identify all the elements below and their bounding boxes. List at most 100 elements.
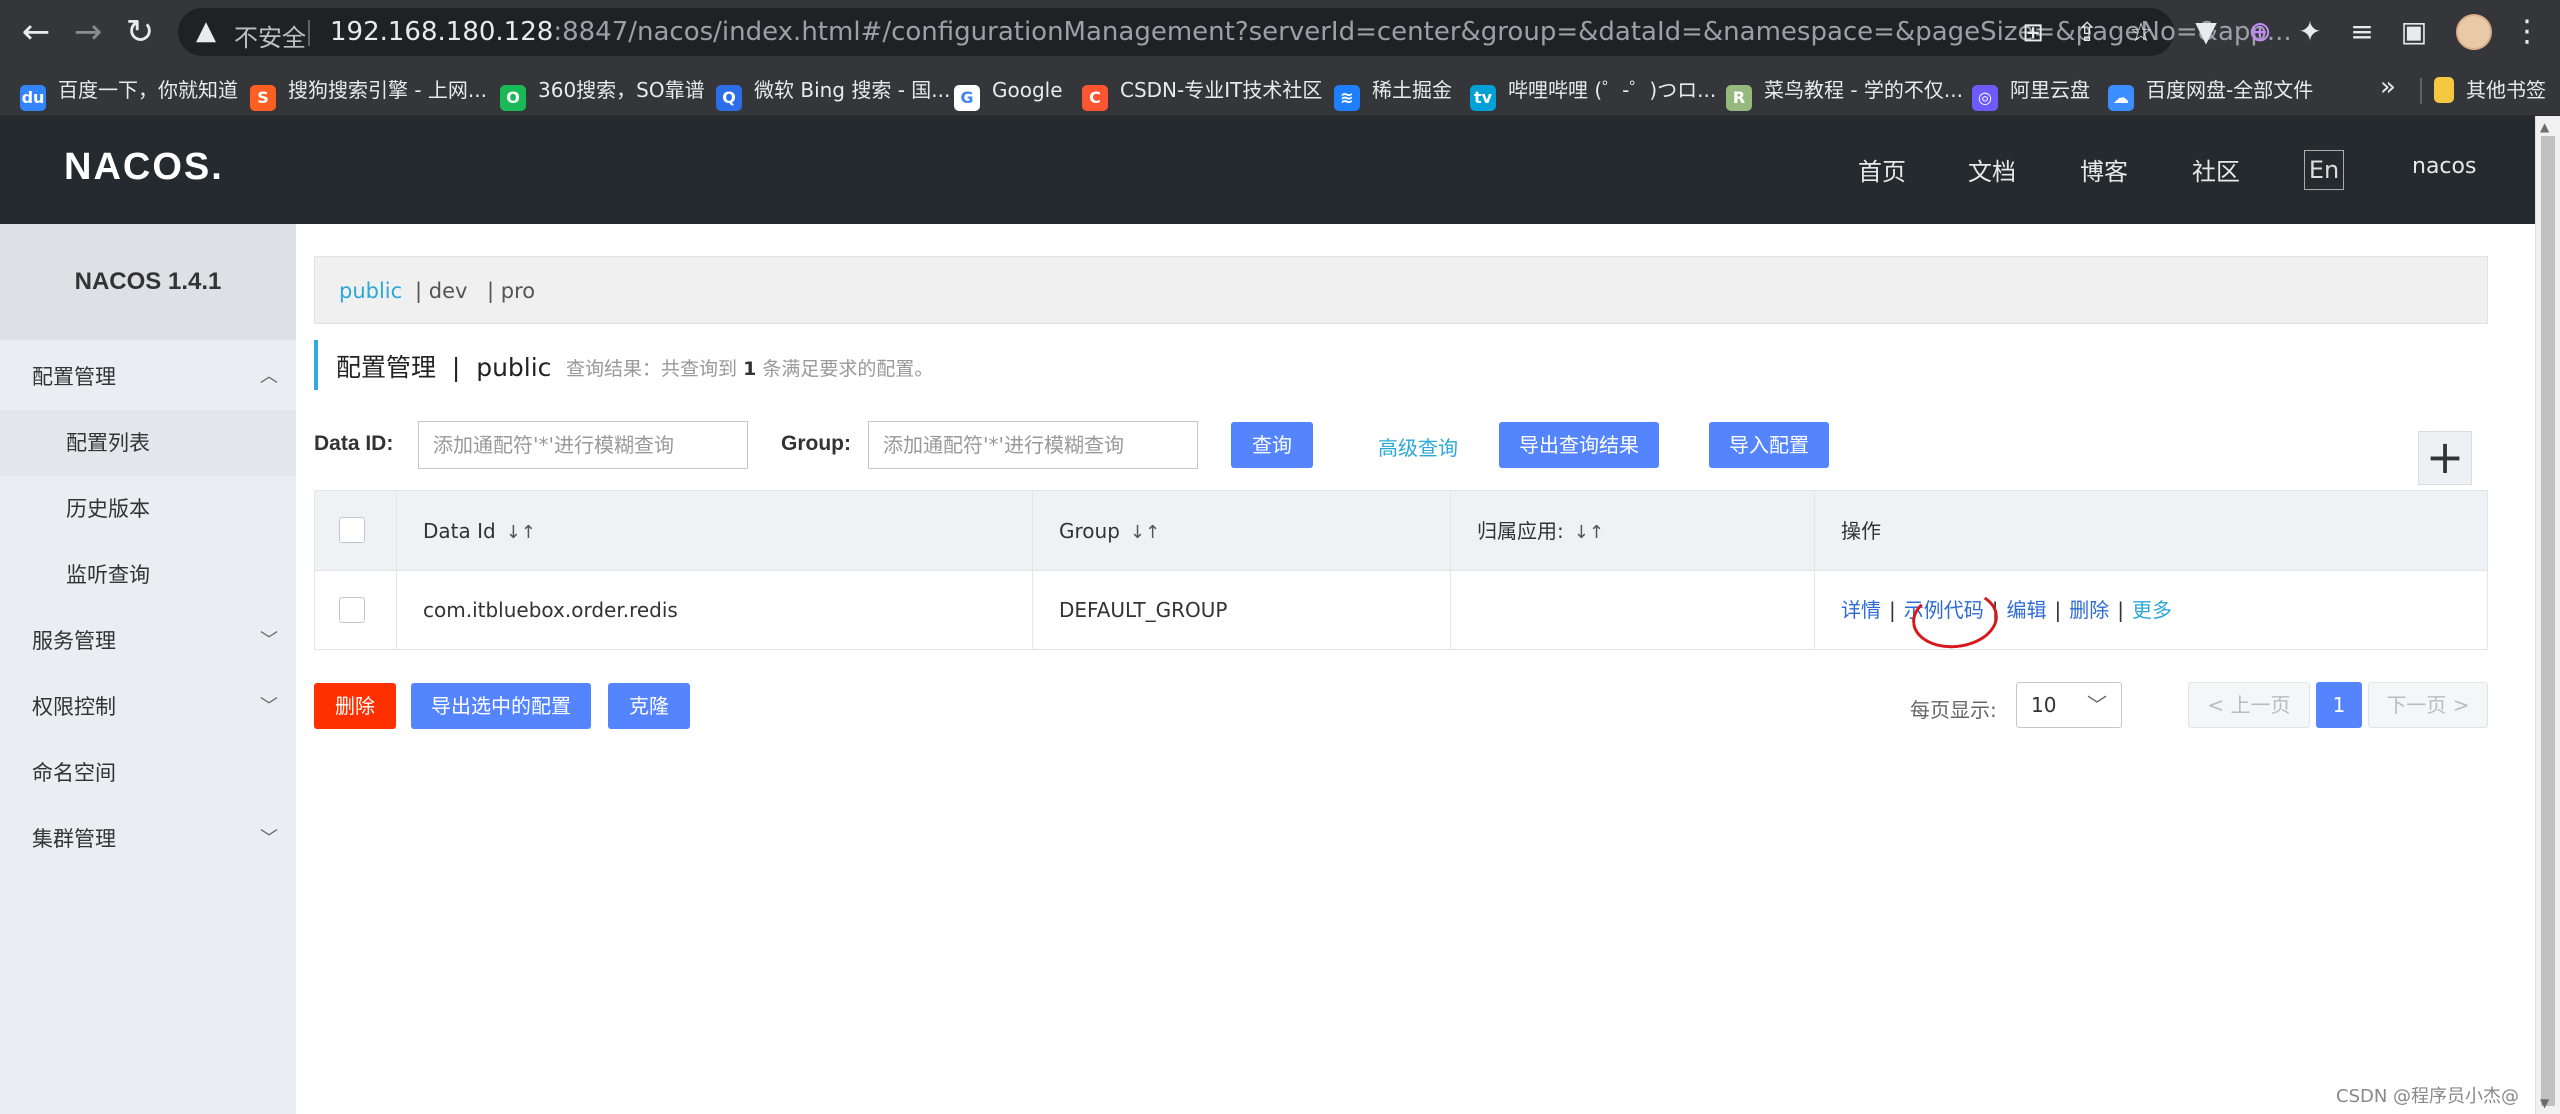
address-bar[interactable]: ▲ 不安全 192.168.180.128:8847/nacos/index.h… <box>178 8 2292 56</box>
folder-icon <box>2434 77 2454 103</box>
select-all-cell <box>315 491 397 570</box>
sidebar-item-history[interactable]: 历史版本 <box>0 476 296 542</box>
bookmarks-overflow-icon[interactable]: » <box>2380 72 2396 102</box>
clone-button[interactable]: 克隆 <box>608 683 690 729</box>
op-detail-link[interactable]: 详情 <box>1841 598 1881 622</box>
sidebar-item-service-management[interactable]: 服务管理 ﹀ <box>0 608 296 674</box>
page-title: 配置管理 | public <box>336 353 552 382</box>
bookmark-item[interactable]: O 360搜索，SO靠谱 <box>500 74 705 111</box>
translate-icon[interactable]: ⊞ <box>2018 18 2048 48</box>
query-result-text: 查询结果：共查询到 1 条满足要求的配置。 <box>566 358 934 380</box>
row-checkbox[interactable] <box>339 597 365 623</box>
col-app[interactable]: 归属应用: ↓↑ <box>1451 491 1815 570</box>
sidebar-item-cluster-management[interactable]: 集群管理 ﹀ <box>0 806 296 872</box>
op-edit-link[interactable]: 编辑 <box>2007 598 2047 622</box>
nav-home[interactable]: 首页 <box>1858 152 1906 187</box>
more-menu-icon[interactable]: ⋮ <box>2512 12 2542 52</box>
share-icon[interactable]: ⇪ <box>2072 18 2102 48</box>
bookmark-item[interactable]: G Google <box>954 74 1063 111</box>
page-size-select[interactable]: 10 ﹀ <box>2016 682 2122 728</box>
bookmark-label: Google <box>992 78 1063 102</box>
extension-v-icon[interactable]: ▼ <box>2188 14 2224 50</box>
select-all-checkbox[interactable] <box>339 517 365 543</box>
app-header: NACOS. 首页 文档 博客 社区 En nacos <box>0 116 2535 224</box>
bookmark-label: 菜鸟教程 - 学的不仅... <box>1764 78 1964 102</box>
prev-page-button[interactable]: < 上一页 <box>2188 682 2310 728</box>
export-selected-button[interactable]: 导出选中的配置 <box>411 683 591 729</box>
user-menu[interactable]: nacos <box>2412 154 2476 179</box>
bookmark-label: 百度网盘-全部文件 <box>2146 78 2314 102</box>
page-1-button[interactable]: 1 <box>2316 682 2362 728</box>
back-arrow-icon[interactable]: ← <box>14 10 58 54</box>
query-button[interactable]: 查询 <box>1231 422 1313 468</box>
sidebar-item-config-list[interactable]: 配置列表 <box>0 410 296 476</box>
sidebar-item-listener-query[interactable]: 监听查询 <box>0 542 296 608</box>
page-size-label: 每页显示: <box>1910 698 1997 722</box>
sidebar-item-config-management[interactable]: 配置管理 ︿ <box>0 344 296 410</box>
scroll-down-icon: ▼ <box>2540 1096 2550 1110</box>
col-data-id[interactable]: Data Id ↓↑ <box>397 491 1033 570</box>
extensions-puzzle-icon[interactable]: ✦ <box>2292 14 2328 50</box>
reload-icon[interactable]: ↻ <box>118 10 162 54</box>
bookmark-favicon-icon: ◎ <box>1972 85 1998 111</box>
next-page-button[interactable]: 下一页 > <box>2368 682 2488 728</box>
extension-dev-icon[interactable]: ⊕ <box>2242 14 2278 50</box>
group-label: Group: <box>781 432 851 455</box>
forward-arrow-icon[interactable]: → <box>66 10 110 54</box>
other-bookmarks[interactable]: 其他书签 <box>2434 74 2546 106</box>
nacos-logo[interactable]: NACOS. <box>64 146 224 189</box>
delete-button[interactable]: 删除 <box>314 683 396 729</box>
bookmark-label: 阿里云盘 <box>2010 78 2090 102</box>
op-delete-link[interactable]: 删除 <box>2069 598 2109 622</box>
group-input[interactable] <box>868 421 1198 469</box>
bookmark-item[interactable]: ☁ 百度网盘-全部文件 <box>2108 74 2314 111</box>
language-toggle-button[interactable]: En <box>2304 150 2344 190</box>
media-icon[interactable]: ≡ <box>2344 14 2380 50</box>
bookmark-label: 360搜索，SO靠谱 <box>538 78 705 102</box>
bookmark-favicon-icon: tv <box>1470 85 1496 111</box>
add-config-button[interactable]: + <box>2418 431 2472 485</box>
side-panel-icon[interactable]: ▣ <box>2396 14 2432 50</box>
namespace-pro[interactable]: | pro <box>487 257 535 325</box>
cell-operations: 详情 | 示例代码 | 编辑 | 删除 | 更多 <box>1841 598 2172 622</box>
col-group[interactable]: Group ↓↑ <box>1033 491 1451 570</box>
cell-group: DEFAULT_GROUP <box>1033 571 1451 649</box>
bookmark-item[interactable]: ≋ 稀土掘金 <box>1334 74 1452 111</box>
namespace-dev[interactable]: | dev <box>415 257 467 325</box>
scrollbar-thumb[interactable] <box>2541 136 2555 1106</box>
sort-icon: ↓↑ <box>1129 522 1161 543</box>
bookmark-favicon-icon: S <box>250 85 276 111</box>
bookmark-item[interactable]: ◎ 阿里云盘 <box>1972 74 2090 111</box>
bookmark-item[interactable]: S 搜狗搜索引擎 - 上网... <box>250 74 488 111</box>
insecure-label: 不安全 <box>234 24 306 52</box>
data-id-input[interactable] <box>418 421 748 469</box>
export-results-button[interactable]: 导出查询结果 <box>1499 422 1659 468</box>
nav-blog[interactable]: 博客 <box>2080 152 2128 187</box>
bookmark-favicon-icon: ≋ <box>1334 85 1360 111</box>
page-title-bar: 配置管理 | public 查询结果：共查询到 1 条满足要求的配置。 <box>314 340 1214 390</box>
sidebar-item-namespace[interactable]: 命名空间 <box>0 740 296 806</box>
star-icon[interactable]: ☆ <box>2126 18 2156 48</box>
bookmark-label: 微软 Bing 搜索 - 国... <box>754 78 951 102</box>
address-divider <box>308 20 310 46</box>
sidebar-item-access-control[interactable]: 权限控制 ﹀ <box>0 674 296 740</box>
import-config-button[interactable]: 导入配置 <box>1709 422 1829 468</box>
bookmark-item[interactable]: tv 哔哩哔哩 (゜-゜)つロ... <box>1470 74 1716 111</box>
nav-community[interactable]: 社区 <box>2192 152 2240 187</box>
op-more-link[interactable]: 更多 <box>2132 598 2172 622</box>
browser-toolbar: ← → ↻ ▲ 不安全 192.168.180.128:8847/nacos/i… <box>0 0 2560 64</box>
bookmark-favicon-icon: du <box>20 85 46 111</box>
page-scrollbar[interactable]: ▲ ▼ <box>2535 116 2560 1114</box>
namespace-public[interactable]: public <box>339 257 402 325</box>
avatar[interactable] <box>2456 14 2492 50</box>
chevron-up-icon: ︿ <box>260 366 278 387</box>
op-sample-code-link[interactable]: 示例代码 <box>1904 598 1984 622</box>
bookmark-item[interactable]: C CSDN-专业IT技术社区 <box>1082 74 1322 111</box>
advanced-query-link[interactable]: 高级查询 <box>1378 432 1458 461</box>
bookmark-item[interactable]: Q 微软 Bing 搜索 - 国... <box>716 74 951 111</box>
config-table: Data Id ↓↑ Group ↓↑ 归属应用: ↓↑ 操作 com.itblueb… <box>314 490 2488 650</box>
bookmark-item[interactable]: R 菜鸟教程 - 学的不仅... <box>1726 74 1964 111</box>
bookmark-item[interactable]: du 百度一下，你就知道 <box>20 74 238 111</box>
nav-docs[interactable]: 文档 <box>1968 152 2016 187</box>
bookmark-label: 搜狗搜索引擎 - 上网... <box>288 78 488 102</box>
